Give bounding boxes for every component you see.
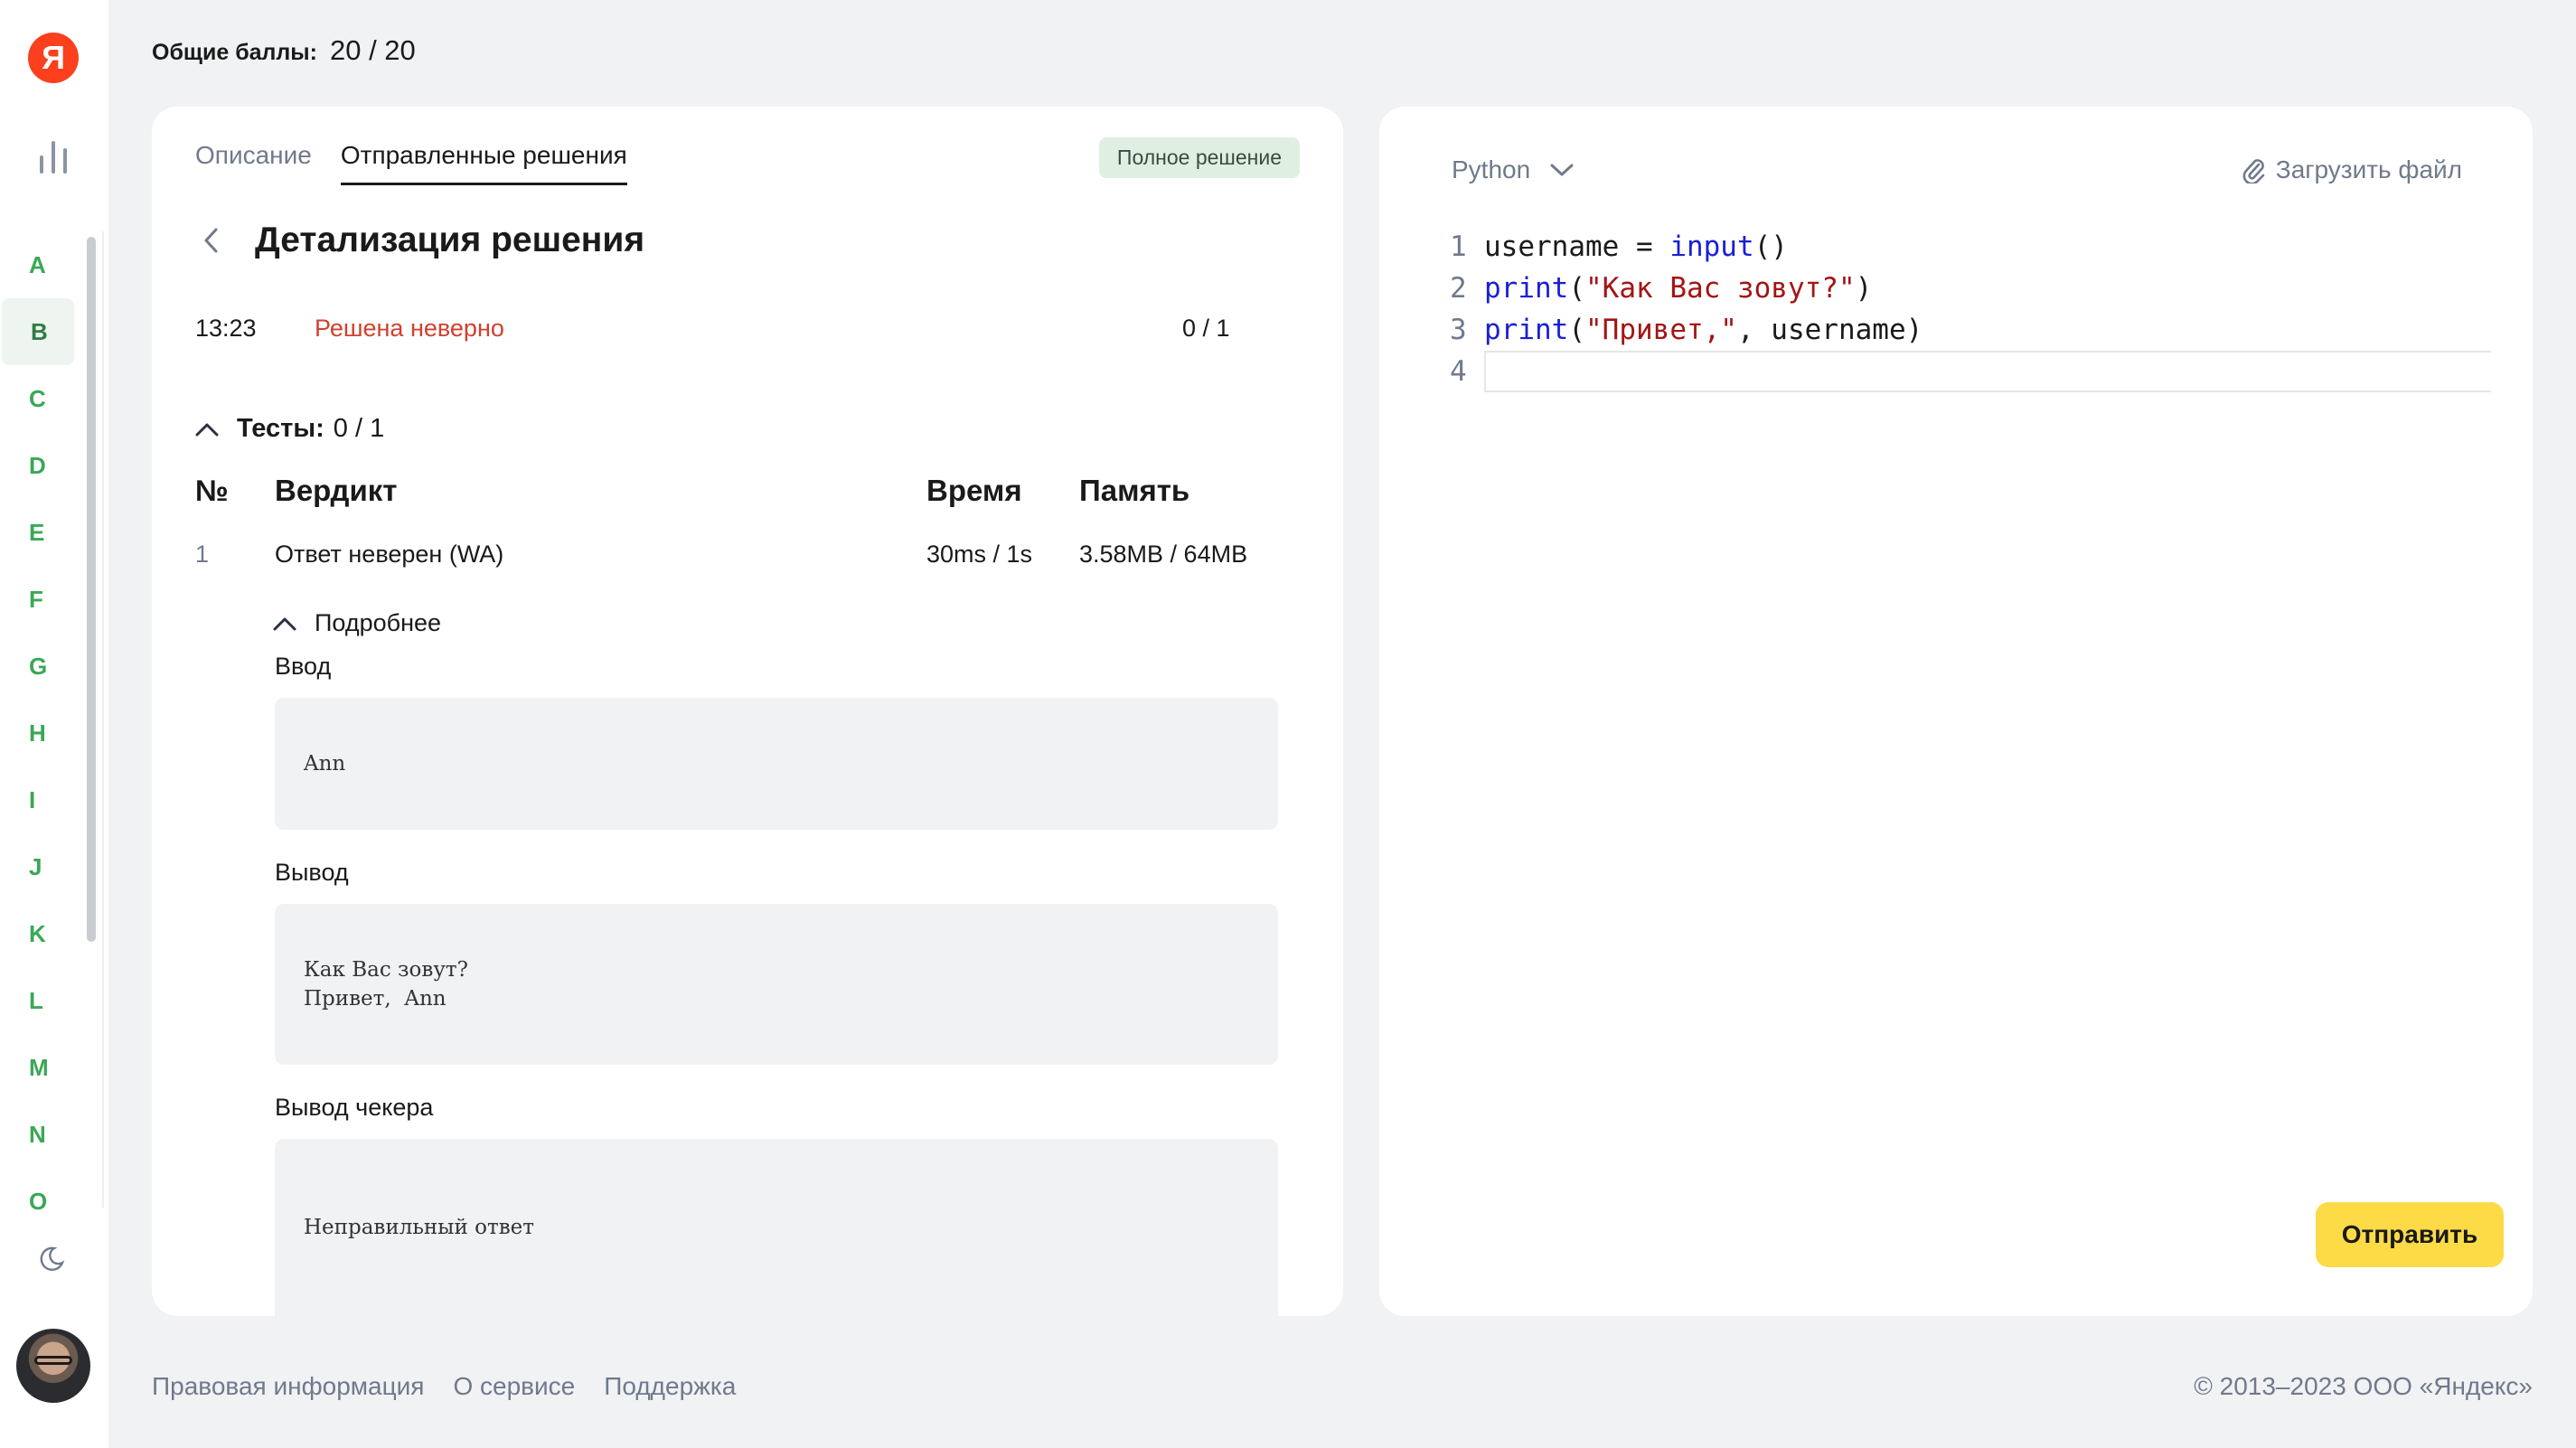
test-number: 1: [195, 541, 210, 568]
score-value: 20 / 20: [329, 34, 416, 66]
line-number: 1: [1450, 230, 1467, 263]
code-line-content: print("Привет,", username): [1484, 314, 1923, 346]
theme-moon-icon[interactable]: [38, 1246, 65, 1273]
column-header-memory: Память: [1079, 474, 1190, 507]
chevron-up-icon: [273, 617, 296, 630]
attempt-status: Решена неверно: [315, 315, 504, 342]
problem-tab-d[interactable]: D: [0, 432, 78, 499]
paperclip-icon: [2242, 159, 2265, 183]
page-title: Детализация решения: [255, 221, 645, 259]
footer-links: Правовая информация О сервисе Поддержка: [152, 1372, 736, 1401]
total-score: Общие баллы: 20 / 20: [152, 34, 416, 67]
problem-tab-g[interactable]: G: [0, 633, 78, 700]
footer-link-about[interactable]: О сервисе: [453, 1372, 575, 1401]
code-line: 1 username = input(): [1443, 226, 2491, 268]
language-select[interactable]: Python: [1452, 155, 1574, 184]
code-editor[interactable]: 1 username = input() 2 print("Как Вас зо…: [1443, 226, 2491, 392]
score-label: Общие баллы:: [152, 40, 317, 65]
logo-letter: Я: [42, 39, 65, 76]
input-label: Ввод: [275, 653, 332, 680]
rail-divider: [102, 231, 104, 1208]
tests-toggle[interactable]: Тесты: 0 / 1: [195, 414, 384, 444]
user-avatar[interactable]: [16, 1329, 90, 1403]
tests-label: Тесты:: [237, 414, 324, 443]
upload-file-button[interactable]: Загрузить файл: [2242, 155, 2462, 184]
left-rail: Я A B C D E F G H I J K L M N O: [0, 0, 108, 1448]
submit-button[interactable]: Отправить: [2316, 1202, 2504, 1267]
column-header-number: №: [195, 474, 229, 507]
code-editor-panel: Python Загрузить файл 1 username = input…: [1379, 107, 2533, 1316]
code-line: 3 print("Привет,", username): [1443, 309, 2491, 351]
yandex-logo[interactable]: Я: [28, 33, 79, 83]
checker-label: Вывод чекера: [275, 1094, 434, 1121]
chevron-up-icon: [195, 423, 219, 436]
problem-tab-c[interactable]: C: [0, 365, 78, 432]
code-line-content: print("Как Вас зовут?"): [1484, 272, 1873, 305]
problem-tab-i[interactable]: I: [0, 766, 78, 833]
problem-tab-b[interactable]: B: [2, 298, 74, 365]
copyright: © 2013–2023 ООО «Яндекс»: [2194, 1372, 2533, 1400]
problem-tab-k[interactable]: K: [0, 900, 78, 967]
input-box: Ann: [275, 698, 1278, 830]
problem-tab-l[interactable]: L: [0, 967, 78, 1034]
column-header-time: Время: [926, 474, 1022, 507]
footer-link-legal[interactable]: Правовая информация: [152, 1372, 424, 1401]
line-number: 2: [1450, 272, 1467, 305]
attempt-score: 0 / 1: [1182, 315, 1230, 342]
panel-tabs: Описание Отправленные решения: [195, 141, 627, 185]
chevron-down-icon: [1550, 164, 1574, 176]
problem-tab-h[interactable]: H: [0, 700, 78, 766]
problem-tab-e[interactable]: E: [0, 499, 78, 566]
problem-tab-m[interactable]: M: [0, 1034, 78, 1101]
line-number: 3: [1450, 314, 1467, 346]
tab-submissions[interactable]: Отправленные решения: [340, 141, 627, 185]
footer-link-support[interactable]: Поддержка: [604, 1372, 736, 1401]
full-solution-badge: Полное решение: [1098, 137, 1300, 178]
line-number: 4: [1450, 355, 1467, 388]
tests-value: 0 / 1: [333, 414, 385, 443]
code-line: 4: [1443, 351, 2491, 392]
test-verdict: Ответ неверен (WA): [275, 541, 504, 568]
upload-label: Загрузить файл: [2275, 155, 2462, 183]
problem-tab-j[interactable]: J: [0, 833, 78, 900]
details-label: Подробнее: [315, 609, 442, 636]
problem-tab-a[interactable]: A: [0, 231, 78, 298]
details-toggle[interactable]: Подробнее: [273, 609, 441, 637]
code-line-content: username = input(): [1484, 230, 1788, 263]
statistics-icon[interactable]: [38, 141, 69, 174]
problem-tab-f[interactable]: F: [0, 566, 78, 633]
rail-scrollbar[interactable]: [87, 237, 96, 942]
code-line: 2 print("Как Вас зовут?"): [1443, 268, 2491, 309]
language-value: Python: [1452, 155, 1531, 183]
problem-tab-n[interactable]: N: [0, 1101, 78, 1168]
test-time: 30ms / 1s: [926, 541, 1033, 568]
title-row: Детализация решения: [195, 221, 644, 260]
output-label: Вывод: [275, 859, 349, 886]
test-memory: 3.58MB / 64MB: [1079, 541, 1248, 568]
chevron-left-icon[interactable]: [195, 224, 228, 257]
attempt-row[interactable]: 13:23 Решена неверно 0 / 1: [195, 315, 1298, 351]
attempt-time: 13:23: [195, 315, 257, 342]
output-box: Как Вас зовут? Привет, Ann: [275, 904, 1278, 1065]
tab-description[interactable]: Описание: [195, 141, 312, 185]
checker-box: Неправильный ответ: [275, 1139, 1278, 1316]
submission-details-panel: Описание Отправленные решения Полное реш…: [152, 107, 1343, 1316]
column-header-verdict: Вердикт: [275, 474, 398, 507]
current-line[interactable]: [1484, 351, 2491, 392]
problem-tab-o[interactable]: O: [0, 1168, 78, 1235]
problem-letters-list: A B C D E F G H I J K L M N O: [0, 231, 78, 1235]
